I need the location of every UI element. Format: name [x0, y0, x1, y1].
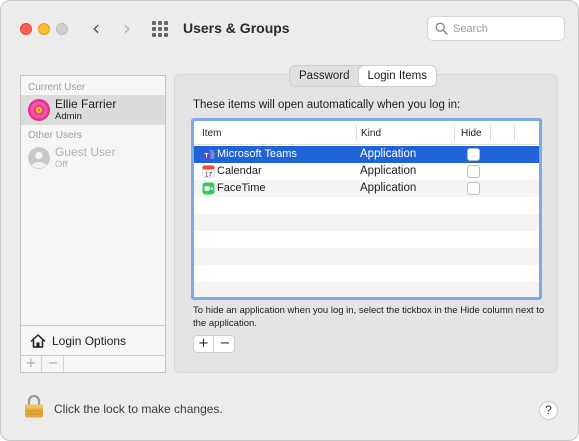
close-button[interactable] [20, 23, 32, 35]
table-header: Item Kind Hide [194, 121, 539, 145]
table-row[interactable]: 17 Calendar Application [194, 163, 539, 180]
hide-checkbox[interactable] [467, 148, 480, 161]
remove-login-item-button[interactable]: − [215, 336, 235, 352]
tab-bar: Password Login Items [289, 65, 437, 87]
add-user-button[interactable]: + [21, 356, 42, 372]
calendar-icon: 17 [202, 165, 215, 178]
login-items-table[interactable]: Item Kind Hide T Microsoft Teams Applica… [191, 118, 542, 300]
item-name: FaceTime [217, 182, 266, 194]
remove-user-button[interactable]: − [43, 356, 64, 372]
help-button[interactable]: ? [539, 401, 558, 420]
item-kind: Application [360, 148, 417, 160]
svg-text:T: T [205, 153, 209, 160]
empty-row [194, 282, 539, 297]
search-input[interactable] [453, 20, 558, 37]
svg-text:17: 17 [205, 171, 213, 178]
column-separator [514, 125, 515, 141]
home-icon [30, 334, 46, 348]
facetime-icon [202, 182, 215, 195]
user-add-remove-bar: + − [21, 355, 165, 372]
lock-message: Click the lock to make changes. [54, 402, 223, 416]
users-groups-window: ‹ › Users & Groups Current User [0, 0, 579, 441]
user-name: Guest User [55, 145, 116, 159]
search-field[interactable] [427, 16, 565, 41]
other-users-label: Other Users [28, 130, 82, 141]
users-list: Current User Ellie Farrier Admin Other U… [20, 75, 166, 373]
column-header-hide[interactable]: Hide [461, 128, 482, 139]
login-options-label: Login Options [52, 334, 127, 348]
column-header-item[interactable]: Item [202, 128, 221, 139]
teams-icon: T [202, 149, 215, 160]
show-all-grid-icon[interactable] [152, 21, 168, 37]
column-separator [490, 125, 491, 141]
forward-button[interactable]: › [115, 15, 139, 41]
user-role: Off [55, 159, 68, 170]
tab-password[interactable]: Password [290, 66, 359, 86]
add-login-item-button[interactable]: + [194, 336, 214, 352]
user-role: Admin [55, 111, 82, 122]
minimize-button[interactable] [38, 23, 50, 35]
search-icon [435, 22, 448, 35]
hide-checkbox[interactable] [467, 182, 480, 195]
hide-checkbox[interactable] [467, 165, 480, 178]
column-separator [454, 125, 455, 141]
back-button[interactable]: ‹ [84, 15, 108, 41]
empty-row [194, 214, 539, 231]
login-item-add-remove: + − [193, 335, 235, 353]
current-user-label: Current User [28, 82, 86, 93]
column-separator [356, 125, 357, 141]
avatar [28, 147, 50, 169]
item-kind: Application [360, 182, 417, 194]
hide-help-text: To hide an application when you log in, … [193, 305, 545, 329]
item-name: Calendar [217, 165, 262, 177]
person-avatar-icon [28, 147, 50, 169]
empty-row [194, 197, 539, 214]
user-row-guest[interactable]: Guest User Off [21, 143, 165, 173]
item-kind: Application [360, 165, 417, 177]
user-name: Ellie Farrier [55, 97, 117, 111]
window-title: Users & Groups [183, 20, 290, 36]
tab-login-items[interactable]: Login Items [358, 66, 436, 86]
empty-row [194, 231, 539, 248]
flower-avatar-icon [28, 99, 50, 121]
table-row[interactable]: FaceTime Application [194, 180, 539, 197]
title-bar: ‹ › Users & Groups [1, 1, 578, 57]
avatar [28, 99, 50, 121]
column-header-kind[interactable]: Kind [361, 128, 381, 139]
table-row[interactable]: T Microsoft Teams Application [194, 146, 539, 163]
empty-row [194, 265, 539, 282]
zoom-button[interactable] [56, 23, 68, 35]
login-items-intro: These items will open automatically when… [193, 99, 461, 111]
login-options-item[interactable]: Login Options [21, 325, 165, 355]
empty-row [194, 248, 539, 265]
item-name: Microsoft Teams [217, 148, 297, 160]
user-row-current[interactable]: Ellie Farrier Admin [21, 95, 165, 125]
lock-icon[interactable] [24, 394, 44, 418]
